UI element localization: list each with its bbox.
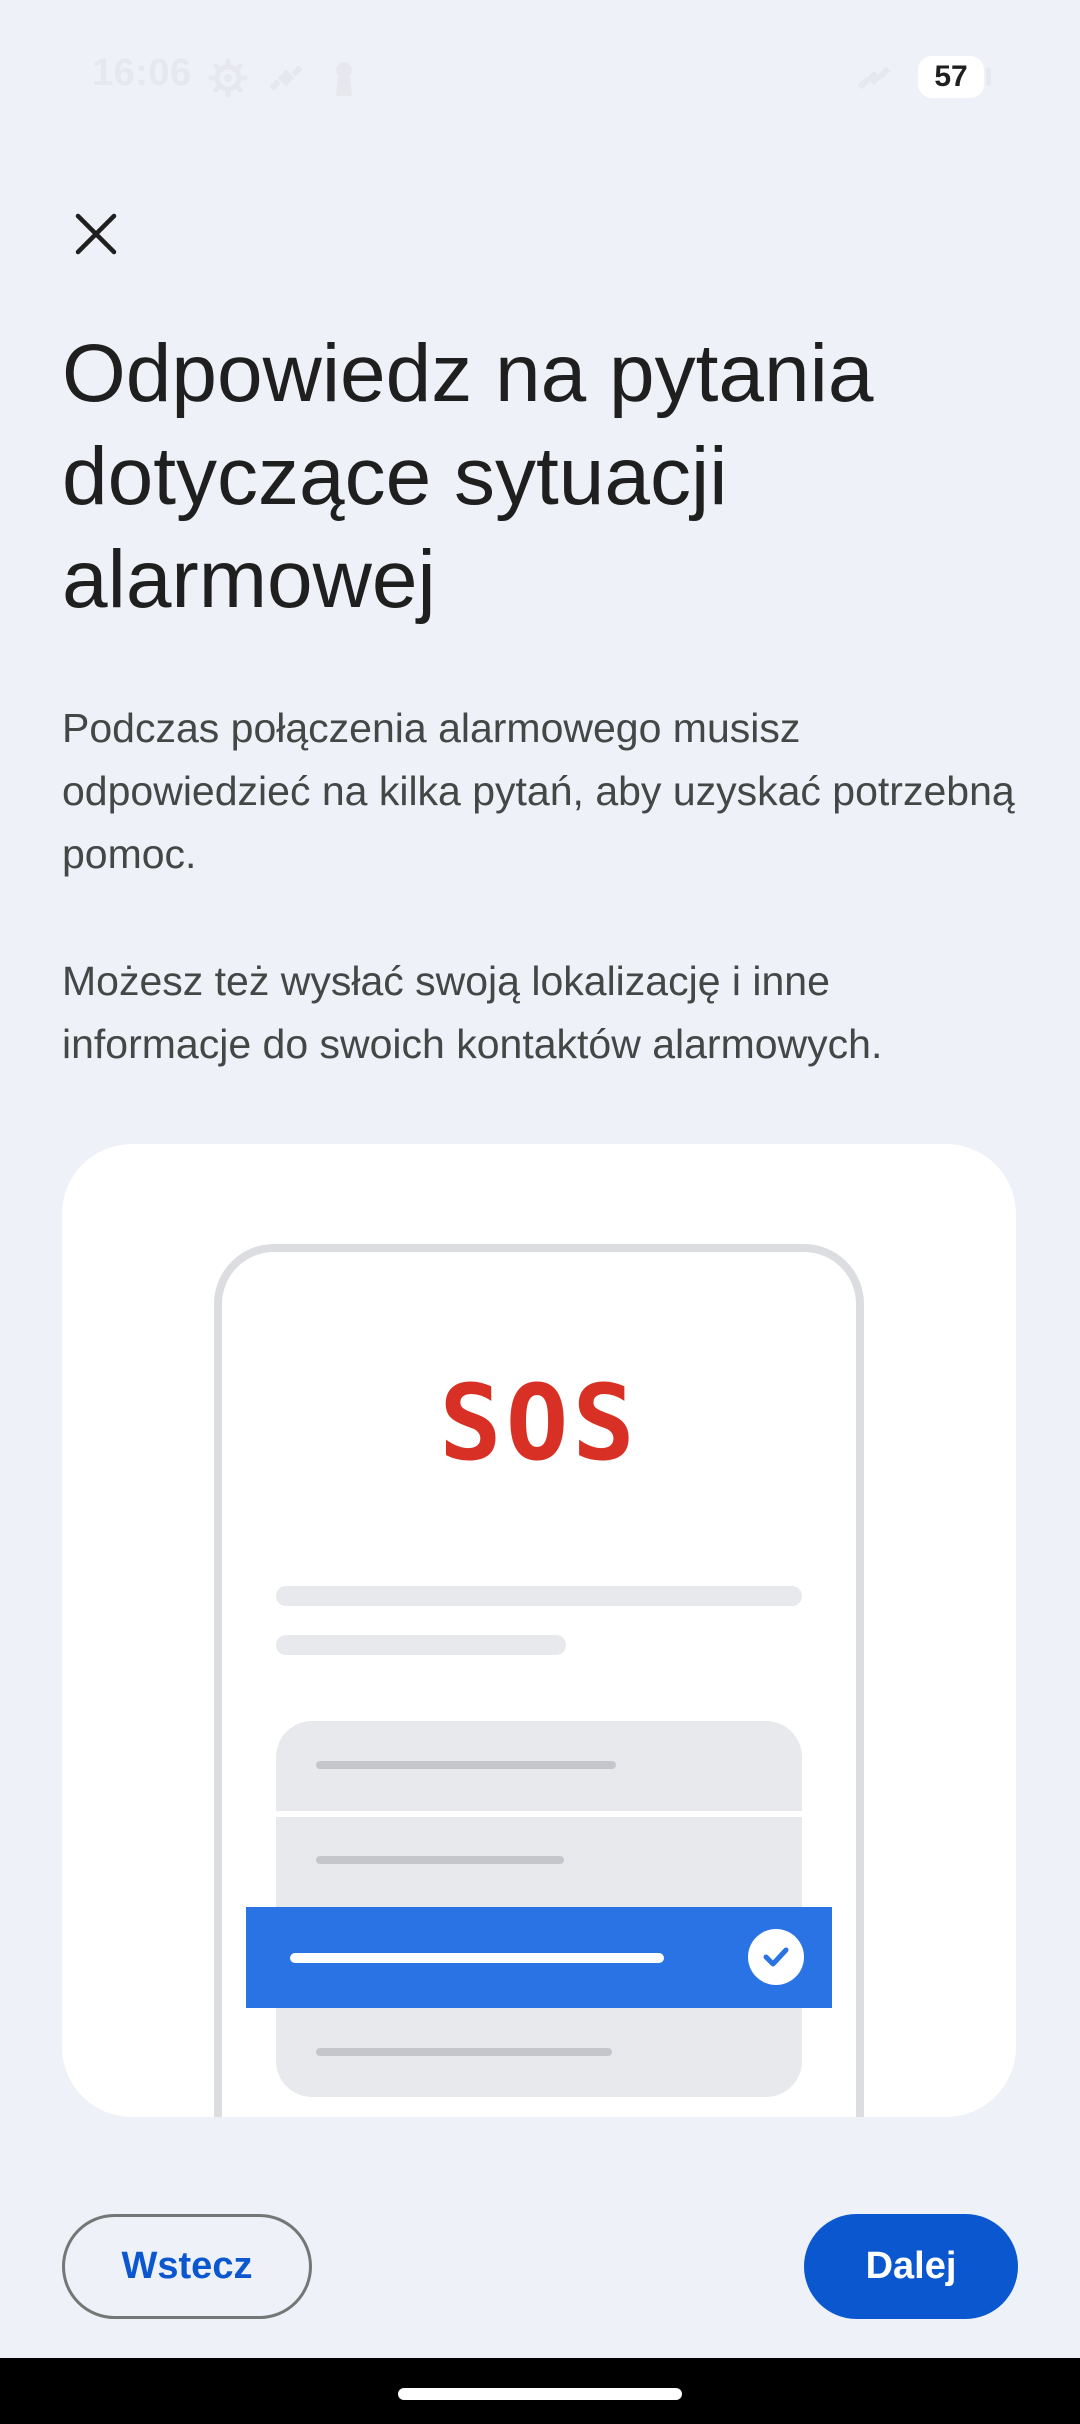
checkmark-icon bbox=[748, 1929, 804, 1985]
placeholder-line-2 bbox=[276, 1635, 566, 1655]
option-line-1 bbox=[316, 1761, 616, 1769]
status-time: 16:06 bbox=[92, 52, 192, 94]
navigation-bar bbox=[0, 2358, 1080, 2424]
option-divider bbox=[276, 1811, 802, 1817]
satellite-signal-icon bbox=[854, 58, 894, 98]
settings-gear-icon bbox=[208, 58, 248, 98]
option-line-4 bbox=[316, 2048, 612, 2056]
satellite-icon bbox=[266, 58, 306, 98]
close-icon bbox=[75, 213, 117, 260]
close-button[interactable] bbox=[56, 196, 136, 276]
emergency-questions-screen: 16:06 57 Odpowiedz na pytania dotyczące … bbox=[0, 0, 1080, 2424]
back-button[interactable]: Wstecz bbox=[62, 2214, 312, 2319]
sos-illustration: SOS bbox=[62, 1144, 1016, 2117]
selected-option-line bbox=[290, 1953, 664, 1963]
battery-indicator: 57 bbox=[918, 56, 984, 98]
page-title: Odpowiedz na pytania dotyczące sytuacji … bbox=[62, 328, 874, 625]
home-gesture-handle[interactable] bbox=[398, 2388, 682, 2400]
sos-text: SOS bbox=[439, 1362, 639, 1484]
placeholder-line-1 bbox=[276, 1586, 802, 1606]
battery-nub bbox=[986, 68, 991, 86]
keyhole-icon bbox=[324, 58, 364, 98]
description-paragraph-1: Podczas połączenia alarmowego musisz odp… bbox=[62, 705, 1015, 877]
selected-answer-option bbox=[246, 1907, 832, 2008]
description-paragraph-2: Możesz też wysłać swoją lokalizację i in… bbox=[62, 958, 883, 1067]
option-line-2 bbox=[316, 1856, 564, 1864]
next-button[interactable]: Dalej bbox=[804, 2214, 1018, 2319]
status-bar: 16:06 57 bbox=[0, 0, 1080, 150]
